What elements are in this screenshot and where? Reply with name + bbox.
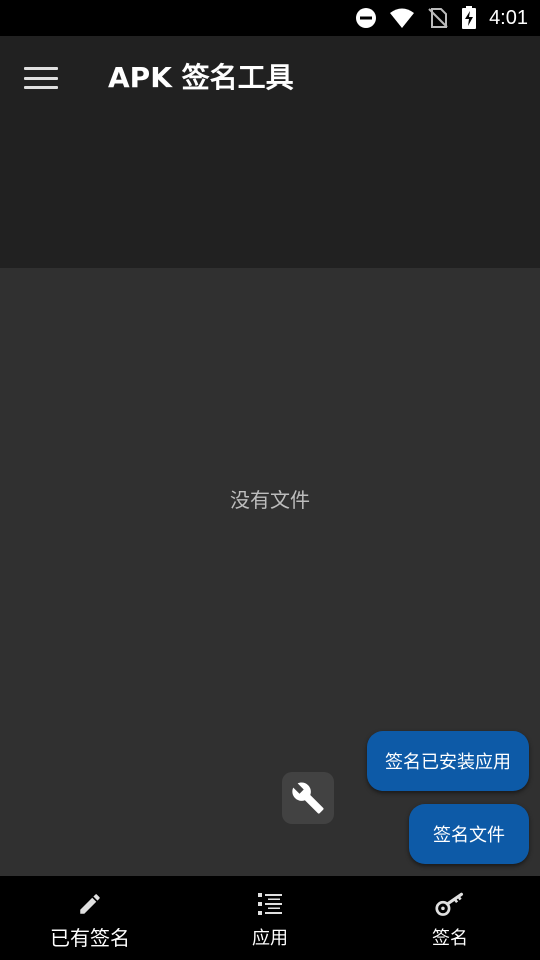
wifi-icon xyxy=(390,8,415,28)
battery-charging-icon xyxy=(462,6,477,29)
nav-item-existing-signatures[interactable]: 已有签名 xyxy=(0,876,180,960)
sign-installed-app-button[interactable]: 签名已安装应用 xyxy=(367,731,529,791)
wrench-icon xyxy=(292,782,324,814)
nav-label: 应用 xyxy=(252,928,288,949)
bottom-navigation: 已有签名 应用 签名 xyxy=(0,876,540,960)
file-list-area: 没有文件 签名已安装应用 签名文件 xyxy=(0,268,540,876)
nav-item-signature[interactable]: 签名 xyxy=(360,876,540,960)
nav-label: 已有签名 xyxy=(50,926,130,950)
status-bar: 4:01 xyxy=(0,0,540,36)
do-not-disturb-icon xyxy=(356,8,377,28)
no-sim-icon xyxy=(428,8,448,28)
empty-state-text: 没有文件 xyxy=(230,488,310,512)
hamburger-menu-icon[interactable] xyxy=(24,64,58,92)
app-title: APK 签名工具 xyxy=(108,61,294,94)
nav-item-apps[interactable]: 应用 xyxy=(180,876,360,960)
list-icon xyxy=(255,890,285,918)
sign-file-button[interactable]: 签名文件 xyxy=(409,804,529,864)
app-bar: APK 签名工具 xyxy=(0,36,540,268)
status-time: 4:01 xyxy=(489,6,528,29)
pencil-icon xyxy=(75,890,105,918)
status-icons: 4:01 xyxy=(355,6,528,30)
key-icon xyxy=(435,890,465,918)
tools-button[interactable] xyxy=(282,772,334,824)
nav-label: 签名 xyxy=(432,928,468,949)
